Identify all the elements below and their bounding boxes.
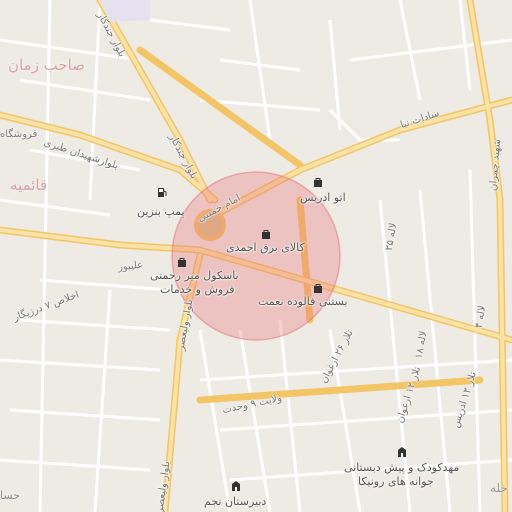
district-label-ghaemieh: قائمیه <box>10 176 48 194</box>
district-label-hesam: حسا <box>0 489 20 502</box>
shopping-bag-icon[interactable] <box>176 256 188 268</box>
map-view[interactable]: صاحب زمان قائمیه حسا خله بلوار جندکار بل… <box>0 0 512 512</box>
fuel-pump-icon[interactable] <box>156 186 168 198</box>
poi-label-atu-edris[interactable]: اتو ادریس <box>300 192 346 203</box>
poi-label-kalaye-barq[interactable]: کالای برق احمدی <box>226 242 305 253</box>
district-label-kheh: خله <box>490 481 508 495</box>
district-label-sahebzaman: صاحب زمان <box>8 56 85 74</box>
poi-label-pump[interactable]: پمپ بنزین <box>137 206 185 217</box>
shopping-bag-icon[interactable] <box>312 176 324 188</box>
school-icon[interactable] <box>396 446 408 458</box>
poi-label-basekool-sub: فروش و خدمات <box>160 283 235 296</box>
school-icon[interactable] <box>230 480 242 492</box>
shopping-bag-icon[interactable] <box>260 228 272 240</box>
shopping-bag-icon[interactable] <box>312 282 324 294</box>
map-base-layer[interactable] <box>0 0 512 512</box>
poi-label-bastani[interactable]: بستنی فالوده نعمت <box>258 296 348 307</box>
poi-label-basekool[interactable]: باسکول میر رحمتی <box>150 270 239 281</box>
poi-label-dabirestan[interactable]: دبیرستان نجم <box>204 496 266 507</box>
poi-label-mahd-sub: جوانه های رونیکا <box>358 475 434 488</box>
poi-label-mahd[interactable]: مهدکودک و پیش دبستانی <box>344 462 459 473</box>
street-label-furoshgah: فروشگاه <box>0 129 38 140</box>
